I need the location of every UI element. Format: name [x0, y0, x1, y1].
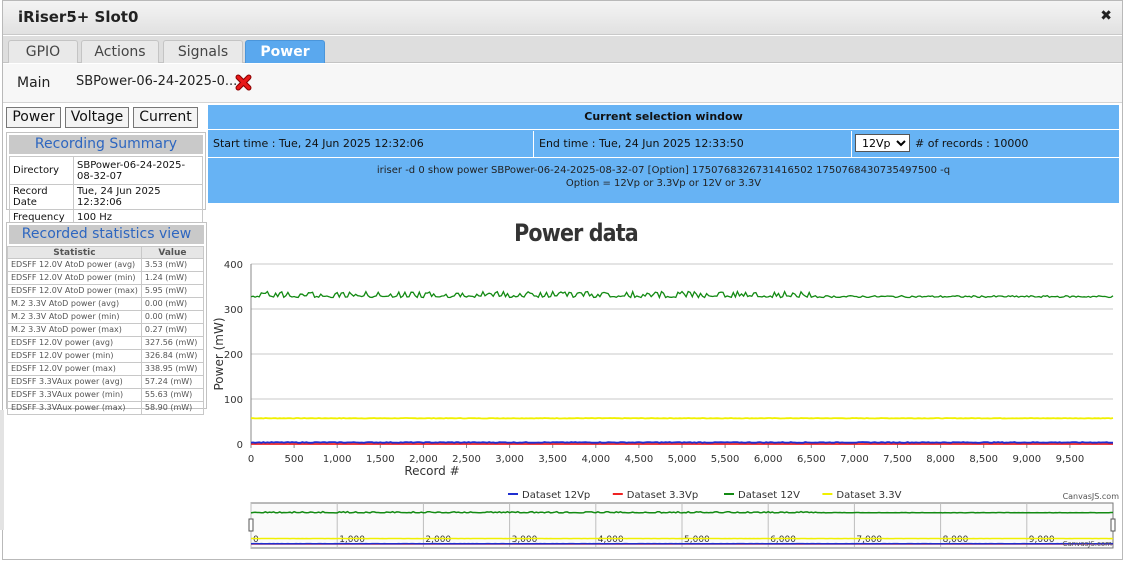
- statistics-panel: Recorded statistics view Statistic Value…: [6, 222, 207, 415]
- summary-value: SBPower-06-24-2025-08-32-07: [73, 156, 203, 185]
- statistics-table: Statistic Value EDSFF 12.0V AtoD power (…: [7, 246, 205, 415]
- statistic-value: 326.84 (mW): [140, 349, 205, 363]
- tab-bar: GPIO Actions Signals Power: [3, 36, 1122, 63]
- table-header-row: Statistic Value: [7, 246, 205, 259]
- table-row: EDSFF 12.0V AtoD power (max) 5.95 (mW): [7, 284, 205, 298]
- statistic-name: M.2 3.3V AtoD power (avg): [7, 297, 142, 311]
- dataset-select[interactable]: 12Vp: [855, 134, 910, 152]
- statistic-name: M.2 3.3V AtoD power (max): [7, 323, 142, 337]
- table-row: EDSFF 3.3VAux power (min) 55.63 (mW): [7, 388, 205, 402]
- option-line: Option = 12Vp or 3.3Vp or 12V or 3.3V: [565, 178, 762, 189]
- end-time: End time : Tue, 24 Jun 2025 12:33:50: [534, 131, 852, 158]
- record-count: # of records : 10000: [915, 137, 1029, 150]
- table-row: EDSFF 12.0V power (avg) 327.56 (mW): [7, 336, 205, 350]
- red-x-icon[interactable]: [235, 74, 252, 91]
- statistic-name: M.2 3.3V AtoD power (min): [7, 310, 142, 324]
- tab-power[interactable]: Power: [245, 40, 325, 63]
- statistic-name: EDSFF 12.0V power (min): [7, 349, 142, 363]
- summary-key: Directory: [9, 156, 74, 185]
- table-row: Record Date Tue, 24 Jun 2025 12:32:06: [9, 184, 203, 210]
- statistic-name: EDSFF 12.0V AtoD power (max): [7, 284, 142, 298]
- table-row: EDSFF 12.0V AtoD power (avg) 3.53 (mW): [7, 258, 205, 272]
- voltage-button[interactable]: Voltage: [65, 107, 129, 128]
- main-label: Main: [17, 75, 51, 91]
- statistic-name: EDSFF 3.3VAux power (avg): [7, 375, 142, 389]
- tab-gpio[interactable]: GPIO: [8, 40, 78, 63]
- tab-signals[interactable]: Signals: [163, 40, 243, 63]
- tab-actions[interactable]: Actions: [81, 40, 159, 63]
- statistic-value: 58.90 (mW): [140, 401, 205, 415]
- table-row: EDSFF 3.3VAux power (avg) 57.24 (mW): [7, 375, 205, 389]
- statistic-name: EDSFF 12.0V AtoD power (min): [7, 271, 142, 285]
- current-button[interactable]: Current: [133, 107, 198, 128]
- table-row: M.2 3.3V AtoD power (avg) 0.00 (mW): [7, 297, 205, 311]
- table-row: M.2 3.3V AtoD power (min) 0.00 (mW): [7, 310, 205, 324]
- statistic-value: 327.56 (mW): [140, 336, 205, 350]
- selection-info-row: Start time : Tue, 24 Jun 2025 12:32:06 E…: [208, 131, 1119, 158]
- statistic-name: EDSFF 3.3VAux power (min): [7, 388, 142, 402]
- selection-window-panel: Current selection window Start time : Tu…: [208, 105, 1119, 203]
- table-row: M.2 3.3V AtoD power (max) 0.27 (mW): [7, 323, 205, 337]
- close-icon[interactable]: ✖: [1100, 8, 1112, 24]
- statistic-value: 0.00 (mW): [140, 310, 205, 324]
- table-row: EDSFF 12.0V power (min) 326.84 (mW): [7, 349, 205, 363]
- window-title: iRiser5+ Slot0: [18, 8, 139, 26]
- selection-title: Current selection window: [208, 105, 1119, 130]
- power-button[interactable]: Power: [6, 107, 61, 128]
- statistic-name: EDSFF 12.0V power (max): [7, 362, 142, 376]
- statistic-value: 57.24 (mW): [140, 375, 205, 389]
- statistic-value: 3.53 (mW): [140, 258, 205, 272]
- chart-title: Power data: [514, 219, 638, 247]
- statistic-value: 55.63 (mW): [140, 388, 205, 402]
- column-header-value: Value: [140, 246, 205, 259]
- summary-key: Record Date: [9, 184, 74, 210]
- start-time: Start time : Tue, 24 Jun 2025 12:32:06: [208, 131, 534, 158]
- table-row: EDSFF 12.0V power (max) 338.95 (mW): [7, 362, 205, 376]
- table-row: EDSFF 12.0V AtoD power (min) 1.24 (mW): [7, 271, 205, 285]
- statistic-value: 1.24 (mW): [140, 271, 205, 285]
- command-text: iriser -d 0 show power SBPower-06-24-202…: [208, 164, 1119, 190]
- table-row: Directory SBPower-06-24-2025-08-32-07: [9, 156, 203, 185]
- recording-summary-panel: Recording Summary Directory SBPower-06-2…: [6, 132, 206, 225]
- statistic-name: EDSFF 12.0V power (avg): [7, 336, 142, 350]
- statistic-name: EDSFF 3.3VAux power (max): [7, 401, 142, 415]
- statistic-value: 0.27 (mW): [140, 323, 205, 337]
- recording-summary-table: Directory SBPower-06-24-2025-08-32-07 Re…: [9, 156, 203, 225]
- column-header-statistic: Statistic: [7, 246, 142, 259]
- command-line: iriser -d 0 show power SBPower-06-24-202…: [376, 165, 951, 176]
- recording-summary-title: Recording Summary: [9, 135, 203, 154]
- statistic-name: EDSFF 12.0V AtoD power (avg): [7, 258, 142, 272]
- statistic-value: 0.00 (mW): [140, 297, 205, 311]
- title-bar: iRiser5+ Slot0 ✖: [3, 1, 1122, 35]
- scroll-edge: [0, 410, 4, 530]
- recording-file-name[interactable]: SBPower-06-24-2025-0...: [76, 74, 237, 89]
- table-row: EDSFF 3.3VAux power (max) 58.90 (mW): [7, 401, 205, 415]
- summary-value: Tue, 24 Jun 2025 12:32:06: [73, 184, 203, 210]
- statistic-value: 338.95 (mW): [140, 362, 205, 376]
- statistic-value: 5.95 (mW): [140, 284, 205, 298]
- main-row: Main SBPower-06-24-2025-0...: [3, 64, 1122, 103]
